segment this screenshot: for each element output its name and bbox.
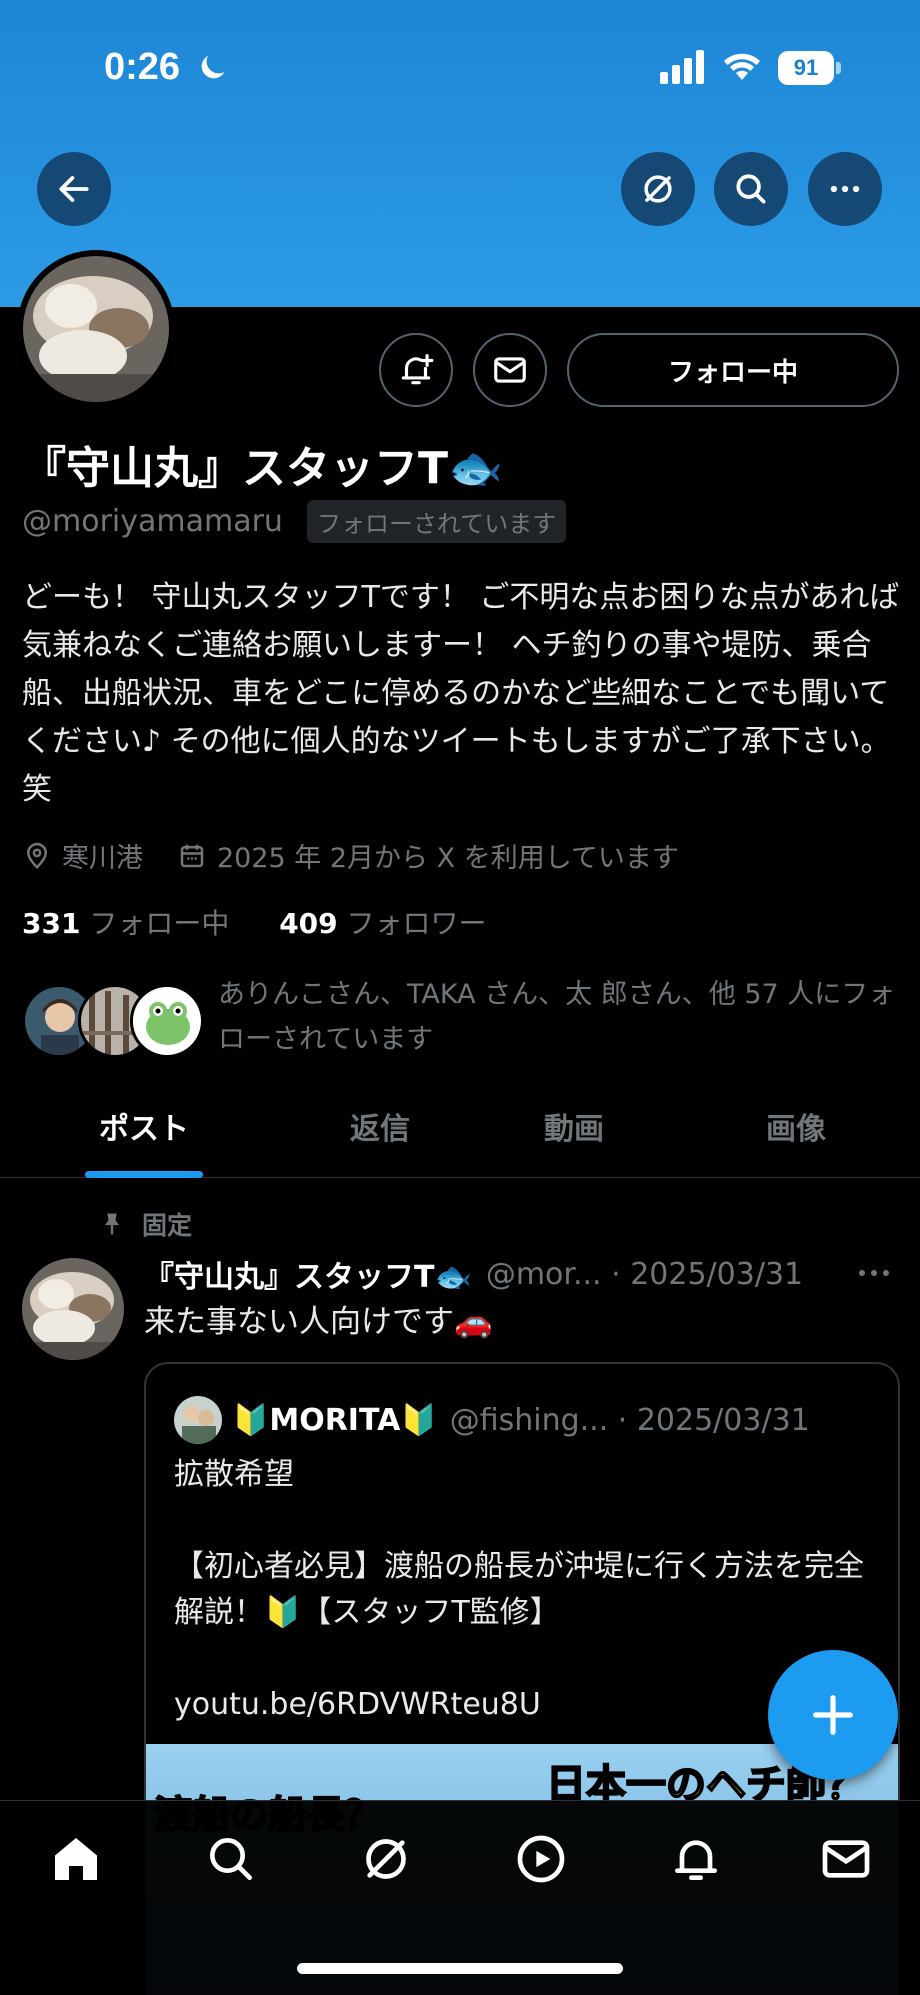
followers-label: フォロワー xyxy=(346,907,487,940)
handle-row: @moriyamamaru フォローされています xyxy=(22,500,567,543)
pinned-label: 固定 xyxy=(142,1211,193,1240)
wifi-icon xyxy=(724,53,760,80)
tab-videos[interactable]: 動画 xyxy=(494,1104,654,1148)
tab-posts[interactable]: ポスト xyxy=(60,1104,228,1148)
profile-handle: @moriyamamaru xyxy=(22,504,283,539)
search-icon[interactable] xyxy=(203,1831,259,1887)
moon-icon xyxy=(201,55,225,79)
following-count: 331 xyxy=(22,907,81,940)
more-icon xyxy=(830,185,860,193)
home-indicator[interactable] xyxy=(297,1963,623,1974)
search-button[interactable] xyxy=(714,152,788,226)
quoted-author-name: 🔰MORITA🔰 xyxy=(232,1402,438,1438)
notify-button[interactable] xyxy=(379,333,453,407)
search-icon xyxy=(736,174,766,204)
profile-name: 『守山丸』スタッフT🐟 xyxy=(22,443,503,494)
following-label: フォロー中 xyxy=(89,907,230,940)
pin-icon xyxy=(105,1213,119,1235)
bell-icon[interactable] xyxy=(668,1831,724,1887)
bell-plus-icon xyxy=(401,354,434,385)
status-bar: 0:26 91 xyxy=(0,0,920,130)
play-icon[interactable] xyxy=(513,1831,569,1887)
profile-meta: 寒川港 2025 年 2月から X を利用しています xyxy=(22,836,679,875)
avatar xyxy=(174,1396,222,1444)
cat-avatar-image xyxy=(23,256,169,402)
post-handle-date: @mor... · 2025/03/31 xyxy=(485,1256,804,1292)
tab-replies[interactable]: 返信 xyxy=(300,1104,460,1148)
avatar xyxy=(130,984,204,1058)
pinned-indicator: 固定 xyxy=(98,1206,192,1242)
calendar-icon xyxy=(180,844,204,867)
mail-icon[interactable] xyxy=(818,1831,874,1887)
battery-level: 91 xyxy=(793,55,819,80)
battery-indicator: 91 xyxy=(778,51,842,85)
profile-bio: どーも！ 守山丸スタッフTです！ ご不明な点お困りな点があれば気兼ねなくご連絡お… xyxy=(22,580,900,807)
cellular-signal-icon xyxy=(660,50,704,84)
tab-images[interactable]: 画像 xyxy=(716,1104,876,1148)
grok-icon xyxy=(644,175,672,203)
profile-avatar[interactable] xyxy=(17,250,175,408)
profile-location: 寒川港 xyxy=(62,843,143,874)
grok-button[interactable] xyxy=(621,152,695,226)
grok-icon[interactable] xyxy=(358,1831,414,1887)
follows-you-badge: フォローされています xyxy=(306,500,567,543)
arrow-left-icon xyxy=(59,176,89,202)
quoted-handle-date: @fishing... · 2025/03/31 xyxy=(449,1402,810,1438)
post-text: 来た事ない人向けです🚗 xyxy=(144,1304,493,1340)
quoted-post-header: 🔰MORITA🔰 @fishing... · 2025/03/31 xyxy=(174,1396,810,1444)
more-button[interactable] xyxy=(808,152,882,226)
status-time: 0:26 xyxy=(104,46,181,88)
following-link[interactable]: 331 フォロー中 xyxy=(22,907,229,940)
profile-joined: 2025 年 2月から X を利用しています xyxy=(217,843,679,874)
compose-button[interactable] xyxy=(768,1650,898,1780)
plus-icon xyxy=(813,1695,853,1735)
followers-link[interactable]: 409 フォロワー xyxy=(279,907,486,940)
active-tab-indicator xyxy=(85,1171,203,1178)
message-button[interactable] xyxy=(473,333,547,407)
home-icon[interactable] xyxy=(48,1831,104,1887)
mail-icon xyxy=(494,357,526,383)
post-more-icon[interactable] xyxy=(854,1258,894,1288)
location-icon xyxy=(26,842,48,869)
profile-tabs: ポスト 返信 動画 画像 xyxy=(0,1082,920,1178)
mutual-followers-text[interactable]: ありんこさん、TAKA さん、太 郎さん、他 57 人にフォローされています xyxy=(218,972,908,1062)
post-header: 『守山丸』スタッフT🐟 @mor... · 2025/03/31 xyxy=(144,1252,904,1296)
post-author-name[interactable]: 『守山丸』スタッフT🐟 xyxy=(144,1252,472,1296)
followers-count: 409 xyxy=(279,907,338,940)
post-author-avatar[interactable] xyxy=(22,1258,124,1360)
back-button[interactable] xyxy=(37,152,111,226)
following-button[interactable]: フォロー中 xyxy=(567,333,899,407)
mutual-followers-avatars[interactable] xyxy=(22,984,204,1060)
follow-counts: 331 フォロー中 409 フォロワー xyxy=(22,902,487,942)
